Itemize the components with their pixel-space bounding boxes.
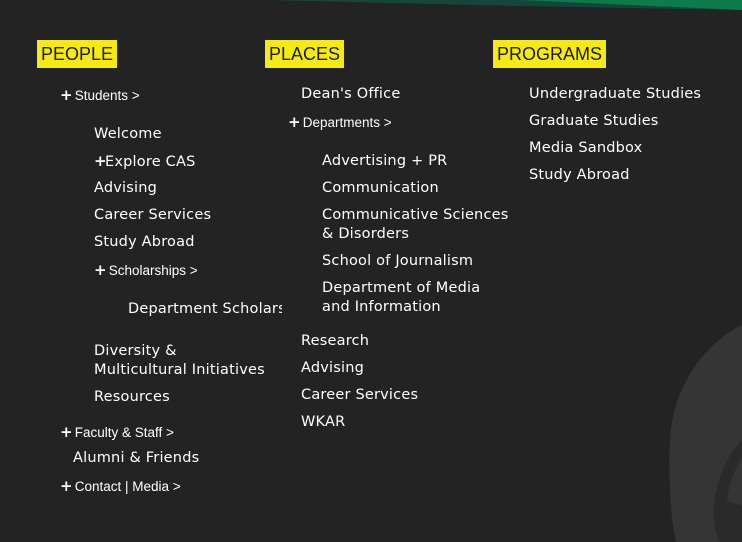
link-welcome[interactable]: Welcome — [94, 125, 162, 144]
link-places-career-services[interactable]: Career Services — [301, 386, 418, 405]
plus-icon: + — [60, 423, 73, 441]
link-programs-study-abroad[interactable]: Study Abroad — [529, 166, 630, 185]
contact-media-toggle-label: Contact | Media > — [74, 479, 181, 494]
link-communication[interactable]: Communication — [322, 179, 439, 198]
link-advertising-pr[interactable]: Advertising + PR — [322, 152, 447, 171]
explore-cas-label: Explore CAS — [105, 154, 196, 170]
programs-heading[interactable]: PROGRAMS — [493, 40, 607, 68]
link-research[interactable]: Research — [301, 332, 369, 351]
link-study-abroad[interactable]: Study Abroad — [94, 233, 195, 252]
link-undergraduate-studies[interactable]: Undergraduate Studies — [529, 85, 701, 104]
scholarships-toggle[interactable]: + Scholarships > — [94, 261, 198, 280]
link-department-scholarships[interactable]: Department Scholars — [128, 300, 282, 319]
departments-toggle[interactable]: + Departments > — [288, 113, 392, 132]
link-deans-office[interactable]: Dean's Office — [301, 85, 400, 104]
scholarships-toggle-label: Scholarships > — [108, 263, 198, 278]
link-media-sandbox[interactable]: Media Sandbox — [529, 139, 642, 158]
people-heading[interactable]: PEOPLE — [37, 40, 118, 68]
link-graduate-studies[interactable]: Graduate Studies — [529, 112, 659, 131]
link-career-services[interactable]: Career Services — [94, 206, 211, 225]
link-diversity[interactable]: Diversity & Multicultural Initiatives — [94, 342, 274, 380]
plus-icon: + — [60, 86, 73, 104]
link-wkar[interactable]: WKAR — [301, 413, 345, 432]
plus-icon: + — [60, 477, 73, 495]
departments-toggle-label: Departments > — [302, 115, 392, 130]
link-resources[interactable]: Resources — [94, 388, 170, 407]
link-communicative-sciences[interactable]: Communicative Sciences & Disorders — [322, 206, 512, 244]
students-toggle-label: Students > — [74, 88, 140, 103]
link-explore-cas[interactable]: +Explore CAS — [94, 152, 195, 172]
students-toggle[interactable]: + Students > — [60, 86, 140, 105]
link-places-advising[interactable]: Advising — [301, 359, 364, 378]
places-heading[interactable]: PLACES — [265, 40, 345, 68]
plus-icon: + — [94, 261, 107, 279]
link-advising[interactable]: Advising — [94, 179, 157, 198]
link-media-information[interactable]: Department of Media and Information — [322, 279, 487, 317]
link-alumni-friends[interactable]: Alumni & Friends — [73, 449, 199, 468]
plus-icon: + — [288, 113, 301, 131]
link-school-of-journalism[interactable]: School of Journalism — [322, 252, 473, 271]
faculty-staff-toggle[interactable]: + Faculty & Staff > — [60, 423, 174, 442]
faculty-staff-toggle-label: Faculty & Staff > — [74, 425, 174, 440]
contact-media-toggle[interactable]: + Contact | Media > — [60, 477, 181, 496]
plus-icon: + — [94, 152, 107, 170]
